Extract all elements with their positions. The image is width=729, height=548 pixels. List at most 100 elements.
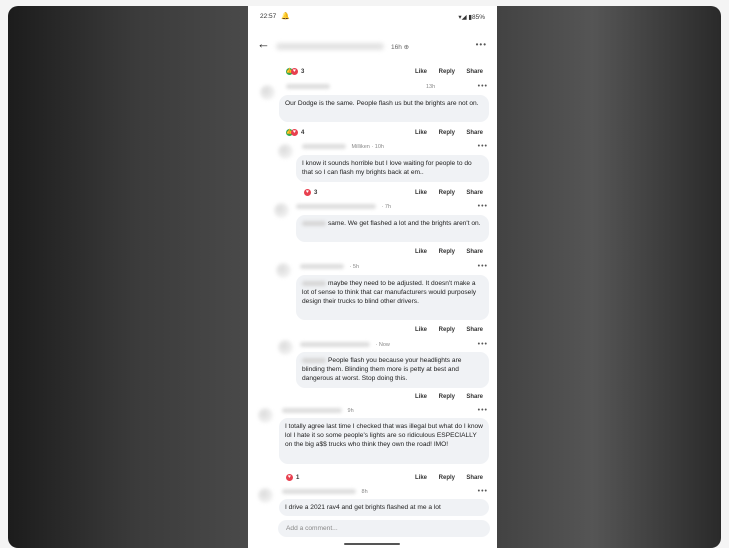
bell-icon: 🔔 [281, 13, 290, 20]
more-options-icon[interactable]: ••• [478, 407, 488, 414]
reaction-count: 3 [301, 68, 305, 75]
reply-button[interactable]: Reply [439, 475, 455, 481]
comment-time: · Now [375, 342, 390, 348]
reaction-summary[interactable]: 👍 ♥ 4 [286, 129, 304, 136]
mention-blurred [302, 357, 326, 363]
globe-icon: ⊕ [403, 44, 410, 51]
more-options-icon[interactable]: ••• [478, 203, 488, 210]
comment-actions: 👍 ♥ 3 Like Reply Share [286, 68, 493, 79]
comment-actions: Like Reply Share [304, 393, 493, 404]
share-button[interactable]: Share [466, 69, 483, 75]
comment-time: 9h [347, 408, 354, 414]
like-button[interactable]: Like [415, 475, 427, 481]
author-name-blurred [276, 43, 384, 50]
comment-meta: 9h ••• [282, 407, 488, 416]
comment-time: 13h [426, 84, 436, 90]
comment-actions: 👍 ♥ 4 Like Reply Share [286, 129, 493, 140]
commenter-name-blurred [282, 408, 342, 414]
commenter-name-blurred [300, 342, 370, 348]
more-options-icon[interactable]: ••• [478, 263, 488, 270]
like-button[interactable]: Like [415, 249, 427, 255]
status-bar: 22:57 🔔 ▾◢ ▮85% [248, 6, 497, 28]
comment-input[interactable]: Add a comment... [278, 520, 490, 537]
comment-bubble: I drive a 2021 rav4 and get brights flas… [279, 499, 489, 516]
comment-input-placeholder: Add a comment... [286, 525, 338, 532]
share-button[interactable]: Share [466, 130, 483, 136]
like-button[interactable]: Like [415, 130, 427, 136]
comment-time: · 5h [349, 264, 360, 270]
reaction-summary[interactable]: 👍 ♥ 3 [286, 68, 304, 75]
reaction-count: 3 [314, 189, 318, 196]
commenter-name-blurred [282, 489, 356, 495]
mention-blurred [302, 220, 326, 226]
commenter-name-blurred [286, 84, 330, 90]
more-options-icon[interactable]: ••• [478, 488, 488, 495]
comment-bubble: People flash you because your headlights… [296, 352, 489, 388]
mention-blurred [302, 280, 326, 286]
comment-bubble: I know it sounds horrible but I love wai… [296, 155, 489, 182]
back-arrow-icon[interactable]: ← [257, 36, 270, 51]
comment-actions: ♥ 1 Like Reply Share [286, 474, 493, 485]
like-button[interactable]: Like [415, 69, 427, 75]
comment-time: 8h [361, 489, 368, 495]
like-button[interactable]: Like [415, 394, 427, 400]
post-header: ← 16h ⊕ ••• [248, 32, 497, 58]
comment-meta: 13h ••• [286, 83, 488, 92]
reply-button[interactable]: Reply [439, 190, 455, 196]
comment-text: I totally agree last time I checked that… [285, 423, 483, 448]
like-button[interactable]: Like [415, 327, 427, 333]
comment-meta: Milliken · 10h ••• [302, 143, 488, 152]
share-button[interactable]: Share [466, 475, 483, 481]
comment-text: same. We get flashed a lot and the brigh… [328, 220, 481, 227]
comment-text: maybe they need to be adjusted. It doesn… [302, 280, 477, 305]
reply-button[interactable]: Reply [439, 394, 455, 400]
avatar[interactable] [278, 144, 293, 159]
avatar[interactable] [278, 340, 293, 355]
post-time: 16h ⊕ [391, 43, 409, 51]
comment-time: Milliken · 10h [351, 144, 384, 150]
reply-button[interactable]: Reply [439, 130, 455, 136]
commenter-name-blurred [302, 144, 346, 150]
more-options-icon[interactable]: ••• [478, 143, 488, 150]
reaction-summary[interactable]: ♥ 3 [304, 189, 317, 196]
love-reaction-icon: ♥ [286, 474, 293, 481]
share-button[interactable]: Share [466, 327, 483, 333]
reply-button[interactable]: Reply [439, 69, 455, 75]
reply-button[interactable]: Reply [439, 249, 455, 255]
comment-meta: · 7h ••• [296, 203, 488, 212]
comment-meta: 8h ••• [282, 488, 488, 497]
more-options-icon[interactable]: ••• [476, 40, 487, 49]
reaction-count: 1 [296, 474, 300, 481]
comment-bubble: same. We get flashed a lot and the brigh… [296, 215, 489, 242]
phone-screen: 22:57 🔔 ▾◢ ▮85% ← 16h ⊕ ••• 👍 ♥ 3 Like R… [248, 6, 497, 548]
avatar[interactable] [274, 203, 289, 218]
more-options-icon[interactable]: ••• [478, 83, 488, 90]
love-reaction-icon: ♥ [304, 189, 311, 196]
reaction-summary[interactable]: ♥ 1 [286, 474, 299, 481]
comment-meta: · 5h ••• [300, 263, 488, 272]
post-time-text: 16h [391, 44, 402, 51]
love-reaction-icon: ♥ [291, 68, 298, 75]
comment-actions: Like Reply Share [304, 248, 493, 259]
share-button[interactable]: Share [466, 394, 483, 400]
comments-list: 👍 ♥ 3 Like Reply Share 13h ••• Our Dodge… [248, 58, 497, 516]
status-right: ▾◢ ▮85% [458, 14, 485, 21]
share-button[interactable]: Share [466, 190, 483, 196]
share-button[interactable]: Share [466, 249, 483, 255]
reaction-count: 4 [301, 129, 305, 136]
avatar[interactable] [276, 263, 291, 278]
comment-actions: Like Reply Share [304, 326, 493, 337]
comment-text: Our Dodge is the same. People flash us b… [285, 100, 479, 107]
comment-bubble: Our Dodge is the same. People flash us b… [279, 95, 489, 122]
more-options-icon[interactable]: ••• [478, 341, 488, 348]
home-indicator [344, 543, 400, 545]
avatar[interactable] [258, 408, 273, 423]
comment-bubble: maybe they need to be adjusted. It doesn… [296, 275, 489, 320]
status-time: 22:57 [260, 13, 277, 20]
avatar[interactable] [258, 488, 273, 503]
avatar[interactable] [260, 85, 275, 100]
comment-text: I know it sounds horrible but I love wai… [302, 160, 472, 176]
comment-meta: · Now ••• [300, 341, 488, 350]
like-button[interactable]: Like [415, 190, 427, 196]
reply-button[interactable]: Reply [439, 327, 455, 333]
